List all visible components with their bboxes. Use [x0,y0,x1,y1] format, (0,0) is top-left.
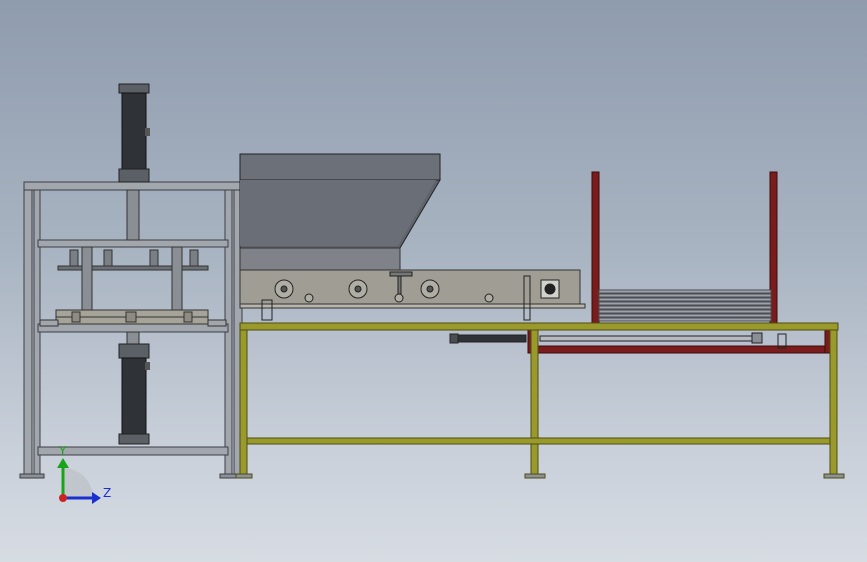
table-foot-3 [823,473,845,479]
table-leg-1 [239,329,248,477]
upper-block-1 [69,249,79,267]
feeder-rail [239,303,586,309]
gear-2-hub [354,285,362,293]
motor-shaft [544,283,556,295]
mold-insert-3 [183,311,193,323]
press-crossbar-middle [37,323,229,333]
z-axis-arrow-icon [92,492,101,504]
top-air-cylinder[interactable] [118,83,150,241]
triad-arc [63,468,93,498]
push-cylinder-cap [449,333,459,344]
bolt-1 [304,293,314,303]
mold-plate[interactable] [39,309,227,327]
sheet-4 [598,301,772,306]
bolt-3 [484,293,494,303]
sheet-6 [598,309,772,314]
press-crossbar-bottom [37,446,229,456]
mold-insert-1 [71,311,81,323]
y-axis-label: Y [58,444,67,458]
upper-block-2 [103,249,113,267]
table-foot-1 [235,473,253,479]
hopper-rim [239,153,441,181]
sheet-7 [598,313,772,318]
sheet-1 [598,289,772,294]
guide-rod-right [171,246,183,314]
table-leg-3 [829,329,838,477]
upper-block-4 [189,249,199,267]
table-leg-2 [530,329,539,477]
sheet-3 [598,297,772,302]
press-crossbar-top [23,181,243,191]
upper-block-3 [149,249,159,267]
sheet-8 [598,317,772,322]
press-foot-left [19,473,45,479]
bottom-air-cylinder[interactable] [118,331,150,445]
top-cylinder-mount [118,168,150,183]
bottom-cylinder-cap [118,433,150,445]
top-cylinder-port [145,128,150,136]
triad-origin [59,494,67,502]
sheet-5 [598,305,772,310]
table-top-rail [239,322,839,331]
bottom-cylinder-body [121,357,147,435]
cad-viewport[interactable]: Y Z [0,0,867,562]
press-crossbar-upper [37,239,229,248]
top-cylinder-rod [126,189,140,241]
scraper-stem [397,275,402,295]
feeder-housing[interactable] [239,247,586,309]
upper-platen-assembly[interactable] [57,246,209,314]
z-axis-label: Z [103,486,111,500]
push-cylinder-end [751,332,763,344]
bolt-2 [394,293,404,303]
rack-post-left [591,171,600,325]
top-cylinder-body [121,92,147,170]
mold-side-left [39,319,59,327]
bottom-cylinder-rod [126,331,140,345]
top-cylinder-cap [118,83,150,94]
table-stretcher [246,437,831,445]
push-cylinder-rod [539,335,757,342]
guide-rod-left [81,246,93,314]
sheet-2 [598,293,772,298]
press-upright-left-outer [23,181,33,479]
bottom-cylinder-port [145,362,150,370]
feeder-top-strip [239,247,401,271]
mold-side-right [207,319,227,327]
mold-insert-2 [125,311,137,323]
sheet-stack[interactable] [598,289,772,322]
push-cylinder-body [457,334,527,343]
y-axis-arrow-icon [57,458,69,468]
upper-platen [57,265,209,271]
table-foot-2 [524,473,546,479]
scraper-bar [389,271,413,277]
machine-drawing: Y Z [19,83,845,504]
bottom-cylinder-mount [118,343,150,359]
gear-1-hub [280,285,288,293]
gear-3-hub [426,285,434,293]
hopper[interactable] [239,153,441,249]
